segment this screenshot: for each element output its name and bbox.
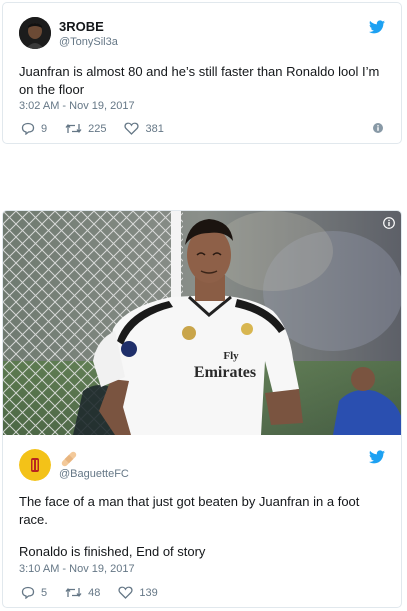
reply-button[interactable]: 9 xyxy=(21,122,47,135)
info-icon[interactable] xyxy=(383,217,395,229)
tweet-text-line-3: Ronaldo is finished, End of story xyxy=(19,544,206,559)
reply-button[interactable]: 5 xyxy=(21,586,47,599)
info-icon[interactable] xyxy=(373,123,383,133)
jersey-sponsor-line-1: Fly xyxy=(223,350,239,362)
player-photo: Fly Emirates xyxy=(3,211,401,435)
tweet-timestamp[interactable]: 3:02 AM - Nov 19, 2017 xyxy=(19,100,135,112)
retweet-button[interactable]: 48 xyxy=(65,586,100,599)
like-count: 381 xyxy=(145,122,164,135)
reply-count: 5 xyxy=(41,586,48,599)
avatar-image xyxy=(19,449,51,481)
author-handle[interactable]: @TonySil3a xyxy=(59,36,118,48)
twitter-bird-icon[interactable] xyxy=(369,20,385,34)
heart-icon xyxy=(124,122,140,135)
tweet-photo[interactable]: Fly Emirates xyxy=(3,211,401,435)
avatar-image xyxy=(19,17,51,49)
tweet-timestamp[interactable]: 3:10 AM - Nov 19, 2017 xyxy=(19,563,135,575)
tweet-actions: 9 225 381 xyxy=(21,122,182,135)
reply-count: 9 xyxy=(41,122,48,135)
retweet-count: 48 xyxy=(88,586,101,599)
retweet-count: 225 xyxy=(88,122,107,135)
heart-icon xyxy=(118,586,133,599)
avatar[interactable] xyxy=(19,449,51,481)
like-button[interactable]: 381 xyxy=(124,122,164,135)
like-count: 139 xyxy=(139,586,158,599)
retweet-button[interactable]: 225 xyxy=(65,122,106,135)
retweet-icon xyxy=(65,587,82,598)
twitter-bird-icon[interactable] xyxy=(369,450,385,464)
tweet-text-line-1: Juanfran is almost 80 and he’s still fas… xyxy=(19,64,380,79)
tweet-text-line-2: on the floor xyxy=(19,82,85,97)
retweet-icon xyxy=(65,123,82,134)
tweet-text-line-2: race. xyxy=(19,512,48,527)
author-name[interactable]: 3ROBE xyxy=(59,19,104,34)
tweet-actions: 5 48 139 xyxy=(21,586,176,599)
tweet-card-1: 3ROBE @TonySil3a Juanfran is almost 80 a… xyxy=(2,2,402,144)
author-handle[interactable]: @BaguetteFC xyxy=(59,468,129,480)
reply-icon xyxy=(21,586,35,599)
tweet-card-2: Fly Emirates @BaguetteFC The face of a m… xyxy=(2,210,402,608)
bandage-emoji-icon xyxy=(61,451,77,467)
like-button[interactable]: 139 xyxy=(118,586,158,599)
reply-icon xyxy=(21,122,35,135)
jersey-sponsor-line-2: Emirates xyxy=(194,364,256,381)
avatar[interactable] xyxy=(19,17,51,49)
tweet-text-line-1: The face of a man that just got beaten b… xyxy=(19,494,360,509)
